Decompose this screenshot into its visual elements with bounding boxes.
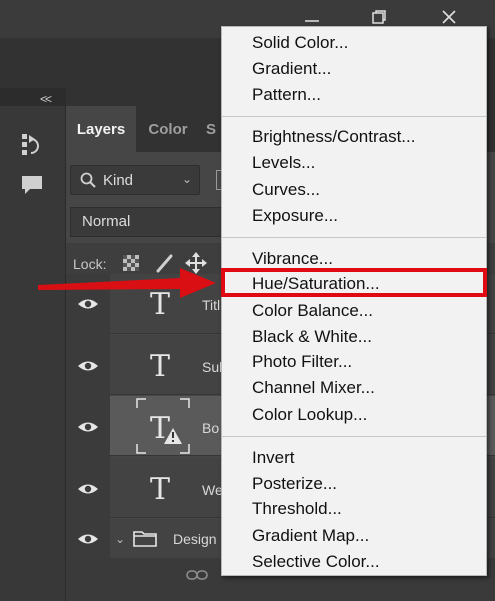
menu-separator (222, 116, 486, 117)
menu-item-pattern[interactable]: Pattern... (252, 85, 321, 105)
lock-transparent-pixels-icon[interactable] (123, 255, 139, 276)
menu-item-levels[interactable]: Levels... (252, 153, 315, 173)
filter-kind-label: Kind (103, 172, 134, 189)
menu-item-color-lookup[interactable]: Color Lookup... (252, 405, 367, 425)
menu-separator (222, 436, 486, 437)
menu-item-brightness-contrast[interactable]: Brightness/Contrast... (252, 127, 415, 147)
layer-name: We (202, 482, 223, 498)
layer-name: Bo (202, 420, 220, 436)
menu-separator (222, 237, 486, 238)
menu-item-gradient-map[interactable]: Gradient Map... (252, 526, 369, 546)
eye-icon[interactable] (76, 419, 100, 435)
tool-rail (0, 88, 66, 601)
tab-swatches[interactable]: S (200, 106, 222, 152)
search-icon (80, 172, 96, 193)
menu-item-color-balance[interactable]: Color Balance... (252, 301, 373, 321)
folder-icon (133, 529, 157, 552)
tab-color[interactable]: Color (136, 106, 200, 152)
menu-item-curves[interactable]: Curves... (252, 180, 320, 200)
text-layer-icon: T (150, 472, 171, 507)
history-brush-icon[interactable] (17, 130, 47, 160)
menu-item-gradient[interactable]: Gradient... (252, 59, 331, 79)
menu-item-invert[interactable]: Invert (252, 448, 295, 468)
text-layer-warning-icon: T (136, 398, 190, 454)
tab-layers[interactable]: Layers (66, 106, 136, 152)
eye-icon[interactable] (76, 531, 100, 547)
text-layer-icon: T (150, 349, 171, 384)
menu-item-vibrance[interactable]: Vibrance... (252, 249, 333, 269)
menu-item-black-white[interactable]: Black & White... (252, 327, 372, 347)
menu-item-solid-color[interactable]: Solid Color... (252, 33, 348, 53)
comment-icon[interactable] (17, 170, 47, 200)
menu-item-channel-mixer[interactable]: Channel Mixer... (252, 378, 375, 398)
link-layers-icon[interactable] (186, 568, 208, 587)
eye-icon[interactable] (76, 481, 100, 497)
blend-mode-label: Normal (82, 213, 131, 230)
layer-name: Design (173, 531, 217, 547)
eye-icon[interactable] (76, 358, 100, 374)
layer-name: Titl (202, 297, 221, 313)
chevron-down-icon[interactable]: ⌄ (115, 532, 125, 546)
visibility-column (66, 274, 110, 559)
text-layer-icon: T (150, 287, 171, 322)
lock-label: Lock: (73, 256, 107, 272)
chevron-down-icon: ⌄ (182, 172, 193, 186)
collapse-strip (0, 88, 66, 106)
highlight-box (221, 268, 487, 297)
menu-item-photo-filter[interactable]: Photo Filter... (252, 352, 352, 372)
menu-item-exposure[interactable]: Exposure... (252, 206, 338, 226)
collapse-panels-button[interactable]: << (40, 92, 52, 106)
menu-item-posterize[interactable]: Posterize... (252, 474, 337, 494)
menu-item-selective-color[interactable]: Selective Color... (252, 552, 380, 572)
eye-icon[interactable] (76, 296, 100, 312)
menu-item-threshold[interactable]: Threshold... (252, 499, 342, 519)
